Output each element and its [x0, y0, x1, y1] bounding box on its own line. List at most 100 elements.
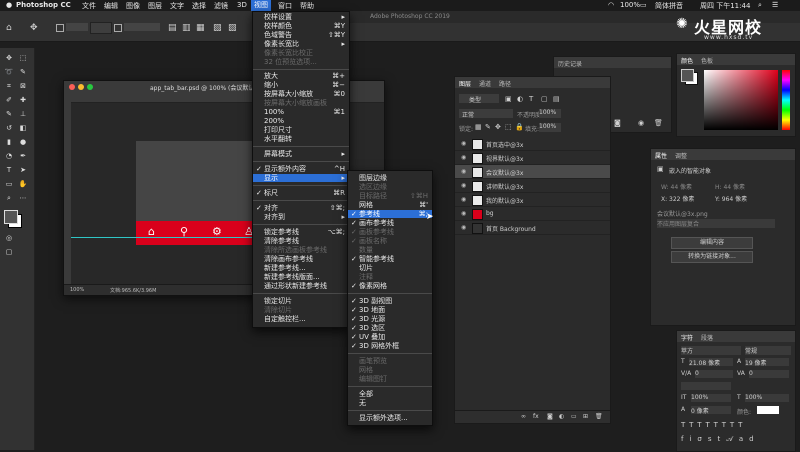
menu-3d[interactable]: 3D	[237, 1, 247, 9]
opacity-input[interactable]: 100%	[539, 109, 561, 118]
menu-image[interactable]: 图像	[126, 1, 140, 11]
apple-icon[interactable]: ●	[6, 1, 12, 9]
input-method[interactable]: 简体拼音	[655, 1, 683, 11]
layer-name[interactable]: 会议默认@3x	[486, 168, 523, 177]
layer-row-selected[interactable]: ◉ 会议默认@3x	[455, 165, 610, 179]
visibility-eye-icon[interactable]: ◉	[461, 196, 466, 203]
submenu-item-smart-guides[interactable]: ✓ 智能参考线	[348, 255, 432, 263]
menu-item-clear-guides[interactable]: 清除参考线	[253, 237, 349, 245]
tab-history[interactable]: 历史记录	[558, 59, 582, 68]
menu-item-new-guide-layout[interactable]: 新建参考线版面...	[253, 273, 349, 281]
leading-input[interactable]: 19 像素	[745, 358, 789, 367]
menu-item-lock-guides[interactable]: 锁定参考线 ⌥⌘;	[253, 228, 349, 236]
y-value[interactable]: Y: 964 像素	[715, 194, 747, 203]
menu-type[interactable]: 文字	[170, 1, 184, 11]
menu-item-show[interactable]: 显示 ▸	[253, 174, 349, 182]
blur-tool-icon[interactable]: ●	[18, 138, 28, 146]
height-value[interactable]: H: 44 像素	[715, 182, 745, 191]
font-style-dropdown[interactable]: 常规	[745, 346, 791, 355]
visibility-eye-icon[interactable]: ◉	[461, 224, 466, 231]
menu-item-zoom-out[interactable]: 缩小 ⌘−	[253, 81, 349, 89]
filter-dropdown[interactable]: 类型	[459, 94, 499, 104]
visibility-eye-icon[interactable]: ◉	[461, 210, 466, 217]
screen-mode-icon[interactable]: ▢	[4, 248, 14, 256]
layer-name[interactable]: 讲师默认@3x	[486, 182, 523, 191]
tracking-input[interactable]: 0	[749, 370, 789, 378]
scale-h-value[interactable]: 100%	[745, 394, 789, 402]
menu-item-200[interactable]: 200%	[253, 117, 349, 125]
submenu-item-3d-secondary-view[interactable]: ✓ 3D 副视图	[348, 297, 432, 305]
filter-smart-icon[interactable]: ▤	[553, 95, 560, 103]
menu-item-fit-screen[interactable]: 按屏幕大小缩放 ⌘0	[253, 90, 349, 98]
submenu-item-3d-selection[interactable]: ✓ 3D 选区	[348, 324, 432, 332]
layer-dropdown[interactable]	[90, 22, 112, 34]
submenu-item-canvas-guides[interactable]: ✓ 画布参考线	[348, 219, 432, 227]
wifi-icon[interactable]: ◠	[608, 1, 614, 9]
fill-input[interactable]: 100%	[539, 123, 561, 132]
visibility-eye-icon[interactable]: ◉	[461, 154, 466, 161]
adjustment-icon[interactable]: ◐	[559, 413, 564, 420]
trash-icon[interactable]: 🗑	[654, 119, 663, 127]
align-center-icon[interactable]: ▥	[182, 23, 191, 33]
marquee-tool-icon[interactable]: ⬚	[18, 54, 28, 62]
color-field[interactable]	[704, 70, 778, 130]
list-icon[interactable]: ☰	[772, 1, 778, 9]
tab-swatches[interactable]: 色板	[701, 56, 713, 65]
hand-tool-icon[interactable]: ✋	[18, 180, 28, 188]
lock-position-icon[interactable]: ✥	[495, 123, 501, 131]
shape-tool-icon[interactable]: ▭	[4, 180, 14, 188]
visibility-eye-icon[interactable]: ◉	[461, 140, 466, 147]
layer-name[interactable]: bg	[486, 210, 494, 217]
search-icon[interactable]: ⌕	[758, 1, 762, 10]
eyedropper-icon[interactable]: ✐	[4, 96, 14, 104]
submenu-item-layer-edges[interactable]: 图层边缘	[348, 174, 432, 182]
camera-icon[interactable]: ◉	[638, 119, 644, 127]
auto-select-checkbox[interactable]	[56, 24, 64, 32]
type-tool-icon[interactable]: T	[4, 166, 14, 174]
tab-color[interactable]: 颜色	[681, 56, 693, 65]
vertical-ruler[interactable]	[64, 102, 71, 284]
battery-icon[interactable]: ▭	[640, 1, 647, 9]
mask-icon[interactable]: ◙	[547, 413, 553, 420]
submenu-item-uv-overlay[interactable]: ✓ UV 叠加	[348, 333, 432, 341]
lock-paint-icon[interactable]: ✎	[485, 123, 491, 131]
more-tools-icon[interactable]: ⋯	[18, 194, 28, 202]
tab-layers[interactable]: 图层	[459, 79, 471, 88]
history-brush-icon[interactable]: ↺	[4, 124, 14, 132]
font-family-dropdown[interactable]: 苹方	[681, 346, 741, 355]
clock[interactable]: 周四 下午11:44	[700, 1, 750, 11]
tab-properties[interactable]: 属性	[655, 151, 667, 160]
align-icon[interactable]: ▤	[168, 23, 177, 33]
menu-item-proof-colors[interactable]: 校样颜色 ⌘Y	[253, 22, 349, 30]
menu-item-print-size[interactable]: 打印尺寸	[253, 126, 349, 134]
scale-v-value[interactable]: 100%	[691, 394, 731, 402]
submenu-item-pixel-grid[interactable]: ✓ 像素网格	[348, 282, 432, 290]
menu-item-zoom-in[interactable]: 放大 ⌘+	[253, 72, 349, 80]
move-tool-icon[interactable]: ✥	[30, 23, 38, 33]
layer-row[interactable]: ◉ 视界默认@3x	[455, 151, 610, 165]
menu-item-pixel-aspect[interactable]: 像素长宽比 ▸	[253, 40, 349, 48]
submenu-item-all[interactable]: 全部	[348, 390, 432, 398]
frame-tool-icon[interactable]: ⊠	[18, 82, 28, 90]
filter-shape-icon[interactable]: ▢	[541, 95, 548, 103]
menu-item-guides-from-shape[interactable]: 通过形状新建参考线	[253, 282, 349, 290]
close-button[interactable]	[69, 84, 75, 90]
menu-item-screen-mode[interactable]: 屏幕模式 ▸	[253, 150, 349, 158]
menu-item-gamut-warning[interactable]: 色域警告 ⇧⌘Y	[253, 31, 349, 39]
menu-item-100[interactable]: 100% ⌘1	[253, 108, 349, 116]
menu-view[interactable]: 视图	[251, 0, 271, 11]
lock-all-icon[interactable]: 🔒	[515, 123, 524, 131]
crop-tool-icon[interactable]: ⌗	[4, 82, 14, 90]
home-icon[interactable]: ⌂	[6, 23, 12, 33]
baseline-input[interactable]: 0 像素	[691, 406, 731, 415]
menu-item-snap-to[interactable]: 对齐到 ▸	[253, 213, 349, 221]
filter-pixel-icon[interactable]: ▣	[505, 95, 512, 103]
menu-edit[interactable]: 编辑	[104, 1, 118, 11]
menu-item-touch-bar[interactable]: 自定触控栏...	[253, 315, 349, 323]
layer-name[interactable]: 首页 Background	[486, 224, 536, 233]
layer-row[interactable]: ◉ 首页 Background	[455, 221, 610, 235]
zoom-level[interactable]: 100%	[70, 287, 84, 293]
lock-artboard-icon[interactable]: ⬚	[505, 123, 512, 131]
layer-row[interactable]: ◉ bg	[455, 207, 610, 221]
layer-row[interactable]: ◉ 首页选中@3x	[455, 137, 610, 151]
